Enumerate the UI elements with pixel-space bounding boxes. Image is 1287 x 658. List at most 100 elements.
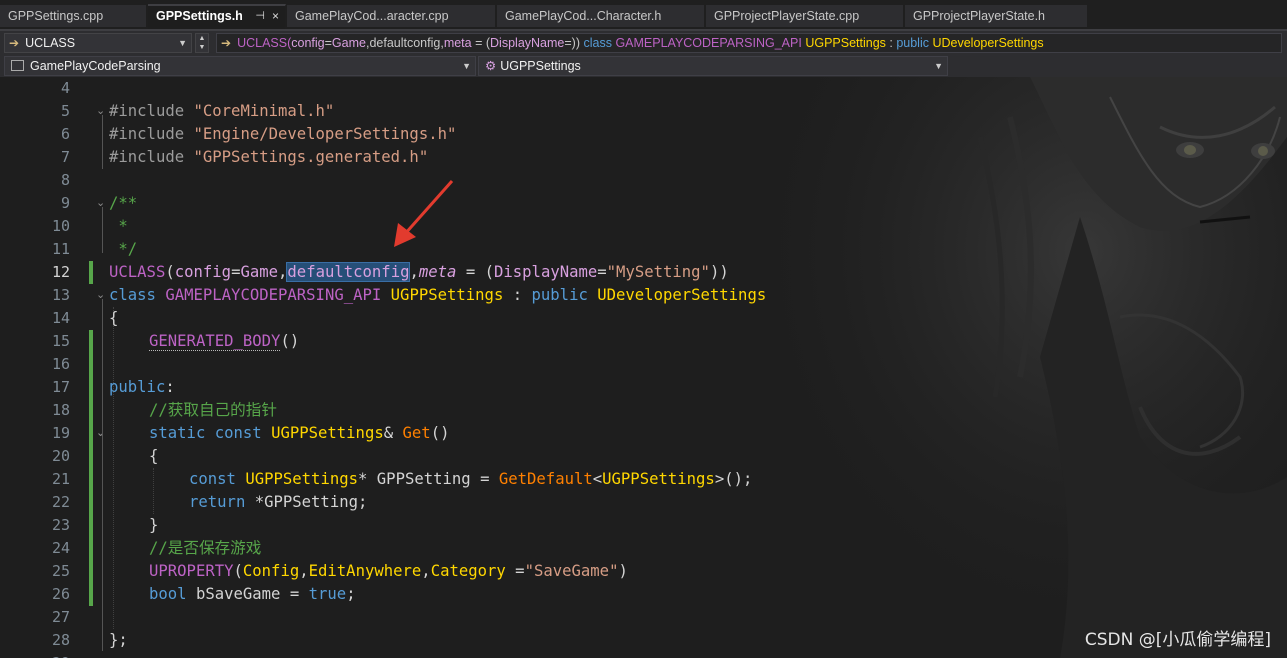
fold-icon[interactable]: ⌄ <box>96 192 105 215</box>
line-number: 26 <box>51 585 70 603</box>
string: "CoreMinimal.h" <box>193 102 335 120</box>
code-line-24: //是否保存游戏 <box>149 539 262 557</box>
string: "GPPSettings.generated.h" <box>193 148 429 166</box>
punct: = <box>597 263 607 281</box>
tab-label: GPPSettings.h <box>156 9 243 23</box>
line-number: 8 <box>60 171 70 189</box>
member-selector[interactable]: ⚙ UGPPSettings ▼ <box>478 56 948 76</box>
line-number: 21 <box>51 470 70 488</box>
punct: : <box>503 286 532 304</box>
keyword: class <box>109 286 166 304</box>
param: DisplayName <box>494 263 598 281</box>
type: UDeveloperSettings <box>597 286 767 304</box>
code-line-19: static const UGPPSettings& Get() <box>149 422 449 445</box>
annotation-arrow-icon <box>394 180 454 247</box>
line-number: 9 <box>60 194 70 212</box>
line-number: 7 <box>60 148 70 166</box>
line-number: 11 <box>51 240 70 258</box>
code-editor[interactable]: 4 5 6 7 8 9 10 11 12 13 14 15 16 17 18 1… <box>0 77 1287 658</box>
punct: () <box>430 424 450 442</box>
arrow-right-icon: ➔ <box>221 36 232 50</box>
document-tab-bar: GPPSettings.cpp GPPSettings.h ⊣ × GamePl… <box>0 0 1287 30</box>
indent-guide <box>153 468 154 514</box>
tab-gameplaycode-character-cpp[interactable]: GamePlayCod...aracter.cpp <box>287 5 496 27</box>
punct: ( <box>165 263 175 281</box>
preprocessor: #include <box>109 148 194 166</box>
def-part: meta <box>443 36 472 50</box>
keyword: const <box>189 470 246 488</box>
line-number: 29 <box>30 652 70 658</box>
macro: UPROPERTY <box>149 562 234 580</box>
punct: = <box>505 562 525 580</box>
punct: ) <box>618 562 628 580</box>
scope-selector[interactable]: ➔ UCLASS ▼ <box>4 33 192 53</box>
project-selector-value: GamePlayCodeParsing <box>30 59 161 73</box>
code-line-6: #include "Engine/DeveloperSettings.h" <box>109 123 456 146</box>
fold-line <box>102 207 103 253</box>
code-line-22: return *GPPSetting; <box>189 491 367 514</box>
current-line-number: 12 <box>51 263 70 281</box>
fold-icon[interactable]: ⌄ <box>96 100 105 123</box>
scope-spinner[interactable]: ▲ ▼ <box>195 33 209 53</box>
keyword: return <box>189 493 255 511</box>
punct: = <box>280 585 309 603</box>
line-number-gutter: 4 5 6 7 8 9 10 11 12 13 14 15 16 17 18 1… <box>0 77 105 658</box>
variable: GPPSetting <box>376 470 471 488</box>
chevron-down-icon: ▼ <box>178 38 187 48</box>
punct: , <box>299 562 309 580</box>
type: UGPPSettings <box>390 286 504 304</box>
keyword: const <box>214 424 272 442</box>
line-number: 22 <box>51 493 70 511</box>
line-number: 16 <box>51 355 70 373</box>
def-part: : <box>885 36 897 50</box>
line-number: 5 <box>60 102 70 120</box>
type: UGPPSettings <box>271 424 384 442</box>
fold-icon[interactable]: ⌄ <box>96 422 105 445</box>
punct: ; <box>346 585 356 603</box>
def-part: public <box>896 36 933 50</box>
type: UGPPSettings <box>245 470 359 488</box>
keyword: bool <box>149 585 196 603</box>
punct: () <box>280 332 300 350</box>
tab-gameplaycode-character-h[interactable]: GamePlayCod...Character.h <box>497 5 705 27</box>
code-line-7: #include "GPPSettings.generated.h" <box>109 146 428 169</box>
punct: & <box>383 424 403 442</box>
def-part: UGPPSettings <box>805 36 886 50</box>
def-part: UDeveloperSettings <box>932 36 1044 50</box>
close-icon[interactable]: × <box>272 6 279 26</box>
tab-label: GamePlayCod...aracter.cpp <box>295 9 449 23</box>
fold-line <box>102 299 103 651</box>
punct: : <box>165 378 175 396</box>
variable: bSaveGame <box>195 585 281 603</box>
code-line-21: const UGPPSettings* GPPSetting = GetDefa… <box>189 468 752 491</box>
line-number: 18 <box>51 401 70 419</box>
keyword: static <box>149 424 215 442</box>
tab-label: GamePlayCod...Character.h <box>505 9 662 23</box>
punct: , <box>421 562 431 580</box>
project-selector[interactable]: GamePlayCodeParsing ▼ <box>4 56 476 76</box>
navigation-bar: ➔ UCLASS ▼ ▲ ▼ ➔ UCLASS(config=Game,default… <box>0 31 1287 55</box>
line-number: 27 <box>51 608 70 626</box>
keyword: public <box>531 286 598 304</box>
def-part: config <box>291 36 325 50</box>
code-line-25: UPROPERTY(Config,EditAnywhere,Category =… <box>149 560 628 583</box>
definition-line[interactable]: ➔ UCLASS(config=Game,defaultconfig,meta =… <box>216 33 1282 53</box>
line-number: 13 <box>51 286 70 304</box>
preprocessor: #include <box>109 102 194 120</box>
line-number: 23 <box>51 516 70 534</box>
tab-gpprojectplayerstate-h[interactable]: GPProjectPlayerState.h <box>905 5 1088 27</box>
fold-icon[interactable]: ⌄ <box>96 284 105 307</box>
line-number: 14 <box>51 309 70 327</box>
pin-icon[interactable]: ⊣ <box>255 6 265 26</box>
code-line-20: { <box>149 447 159 465</box>
code-line-15: GENERATED_BODY() <box>149 330 299 353</box>
tab-gppsettings-h[interactable]: GPPSettings.h ⊣ × <box>148 4 286 29</box>
specifier: EditAnywhere <box>308 562 422 580</box>
tab-gpprojectplayerstate-cpp[interactable]: GPProjectPlayerState.cpp <box>706 5 904 27</box>
fold-line <box>102 115 103 169</box>
line-number: 19 <box>51 424 70 442</box>
line-number: 15 <box>51 332 70 350</box>
punct: )) <box>709 263 729 281</box>
tab-gppsettings-cpp[interactable]: GPPSettings.cpp <box>0 5 147 27</box>
code-line-9: /** <box>109 194 138 212</box>
